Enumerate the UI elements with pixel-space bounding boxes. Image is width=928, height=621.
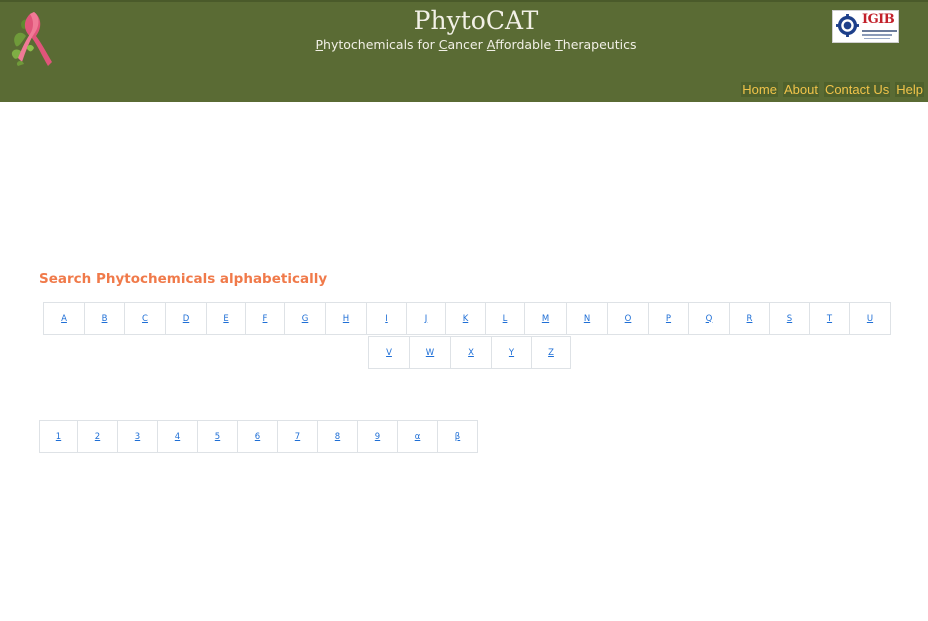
letter-cell: B bbox=[84, 302, 125, 335]
letter-link[interactable]: S bbox=[787, 314, 792, 324]
logo-fine-print bbox=[864, 38, 890, 39]
search-heading: Search Phytochemicals alphabetically bbox=[39, 271, 328, 287]
letter-link[interactable]: D bbox=[183, 314, 190, 324]
symbol-cell: α bbox=[397, 420, 438, 453]
letter-link[interactable]: F bbox=[263, 314, 268, 324]
letter-cell: G bbox=[284, 302, 326, 335]
letter-cell: H bbox=[325, 302, 367, 335]
letter-cell: K bbox=[445, 302, 486, 335]
letter-link[interactable]: L bbox=[503, 314, 508, 324]
letter-cell: V bbox=[368, 336, 410, 369]
letter-cell: C bbox=[124, 302, 166, 335]
letter-link[interactable]: P bbox=[666, 314, 671, 324]
letter-link[interactable]: I bbox=[385, 314, 388, 324]
subtitle-part: ancer bbox=[447, 37, 487, 52]
letter-cell: J bbox=[406, 302, 446, 335]
nav-about[interactable]: About bbox=[782, 82, 819, 97]
letter-link[interactable]: O bbox=[625, 314, 632, 324]
letter-link[interactable]: V bbox=[386, 348, 392, 358]
symbol-link[interactable]: 9 bbox=[375, 432, 380, 442]
symbol-cell: β bbox=[437, 420, 478, 453]
symbol-cell: 2 bbox=[77, 420, 118, 453]
igib-logo[interactable]: IGIB bbox=[832, 10, 899, 43]
main-nav: Home About Contact Us Help bbox=[741, 82, 924, 97]
symbol-link[interactable]: 7 bbox=[295, 432, 300, 442]
letter-cell: O bbox=[607, 302, 649, 335]
symbol-cell: 7 bbox=[277, 420, 318, 453]
symbol-link[interactable]: 3 bbox=[135, 432, 140, 442]
letter-link[interactable]: G bbox=[302, 314, 309, 324]
symbol-link[interactable]: β bbox=[455, 432, 460, 442]
subtitle-part: hytochemicals for bbox=[323, 37, 439, 52]
nav-home[interactable]: Home bbox=[741, 82, 778, 97]
subtitle-part: ffordable bbox=[495, 37, 556, 52]
subtitle-part: A bbox=[486, 37, 496, 52]
subtitle-part: T bbox=[555, 37, 563, 52]
symbol-cell: 4 bbox=[157, 420, 198, 453]
letter-cell: D bbox=[165, 302, 207, 335]
symbol-pagination-row: 1 2 3 4 5 6 7 8 9 α β bbox=[39, 420, 478, 453]
symbol-cell: 9 bbox=[357, 420, 398, 453]
letter-link[interactable]: C bbox=[142, 314, 148, 324]
site-subtitle: Phytochemicals for Cancer Affordable The… bbox=[0, 37, 928, 52]
letter-cell: Y bbox=[491, 336, 532, 369]
symbol-link[interactable]: 2 bbox=[95, 432, 100, 442]
letter-cell: X bbox=[450, 336, 492, 369]
site-header: PhytoCAT Phytochemicals for Cancer Affor… bbox=[0, 0, 928, 102]
symbol-link[interactable]: 6 bbox=[255, 432, 260, 442]
symbol-link[interactable]: 4 bbox=[175, 432, 180, 442]
letter-link[interactable]: E bbox=[223, 314, 228, 324]
letter-cell: W bbox=[409, 336, 451, 369]
letter-link[interactable]: T bbox=[827, 314, 832, 324]
letter-cell: U bbox=[849, 302, 891, 335]
symbol-cell: 5 bbox=[197, 420, 238, 453]
letter-cell: L bbox=[485, 302, 525, 335]
letter-cell: S bbox=[769, 302, 810, 335]
igib-logo-text: IGIB bbox=[862, 12, 895, 27]
letter-pagination-row-1: A B C D E F G H I J K L M N O P Q R S T U bbox=[43, 302, 891, 335]
letter-link[interactable]: B bbox=[102, 314, 108, 324]
letter-cell: A bbox=[43, 302, 85, 335]
letter-cell: P bbox=[648, 302, 689, 335]
letter-cell: E bbox=[206, 302, 246, 335]
letter-link[interactable]: J bbox=[425, 314, 428, 324]
letter-link[interactable]: U bbox=[867, 314, 873, 324]
symbol-cell: 1 bbox=[39, 420, 78, 453]
symbol-link[interactable]: α bbox=[415, 432, 421, 442]
logo-fine-print bbox=[862, 34, 892, 36]
letter-link[interactable]: X bbox=[468, 348, 474, 358]
symbol-cell: 3 bbox=[117, 420, 158, 453]
letter-link[interactable]: N bbox=[584, 314, 590, 324]
letter-cell: R bbox=[729, 302, 770, 335]
letter-cell: T bbox=[809, 302, 850, 335]
letter-cell: Q bbox=[688, 302, 730, 335]
letter-link[interactable]: K bbox=[463, 314, 469, 324]
letter-link[interactable]: Q bbox=[706, 314, 713, 324]
subtitle-part: P bbox=[315, 37, 324, 52]
letter-link[interactable]: M bbox=[542, 314, 549, 324]
letter-link[interactable]: R bbox=[747, 314, 753, 324]
logo-fine-print bbox=[862, 30, 897, 32]
letter-link[interactable]: Y bbox=[509, 348, 514, 358]
letter-cell: Z bbox=[531, 336, 571, 369]
symbol-cell: 8 bbox=[317, 420, 358, 453]
nav-help[interactable]: Help bbox=[895, 82, 924, 97]
letter-link[interactable]: Z bbox=[548, 348, 554, 358]
symbol-link[interactable]: 1 bbox=[56, 432, 61, 442]
letter-link[interactable]: H bbox=[343, 314, 349, 324]
symbol-link[interactable]: 5 bbox=[215, 432, 220, 442]
letter-cell: M bbox=[524, 302, 567, 335]
letter-cell: N bbox=[566, 302, 608, 335]
site-title: PhytoCAT bbox=[413, 6, 539, 35]
subtitle-part: herapeutics bbox=[562, 37, 637, 52]
letter-link[interactable]: A bbox=[61, 314, 67, 324]
letter-cell: F bbox=[245, 302, 285, 335]
symbol-link[interactable]: 8 bbox=[335, 432, 340, 442]
symbol-cell: 6 bbox=[237, 420, 278, 453]
letter-pagination-row-2: V W X Y Z bbox=[368, 336, 571, 369]
letter-link[interactable]: W bbox=[426, 348, 434, 358]
letter-cell: I bbox=[366, 302, 407, 335]
nav-contact-us[interactable]: Contact Us bbox=[823, 82, 891, 97]
gear-icon bbox=[836, 14, 859, 37]
